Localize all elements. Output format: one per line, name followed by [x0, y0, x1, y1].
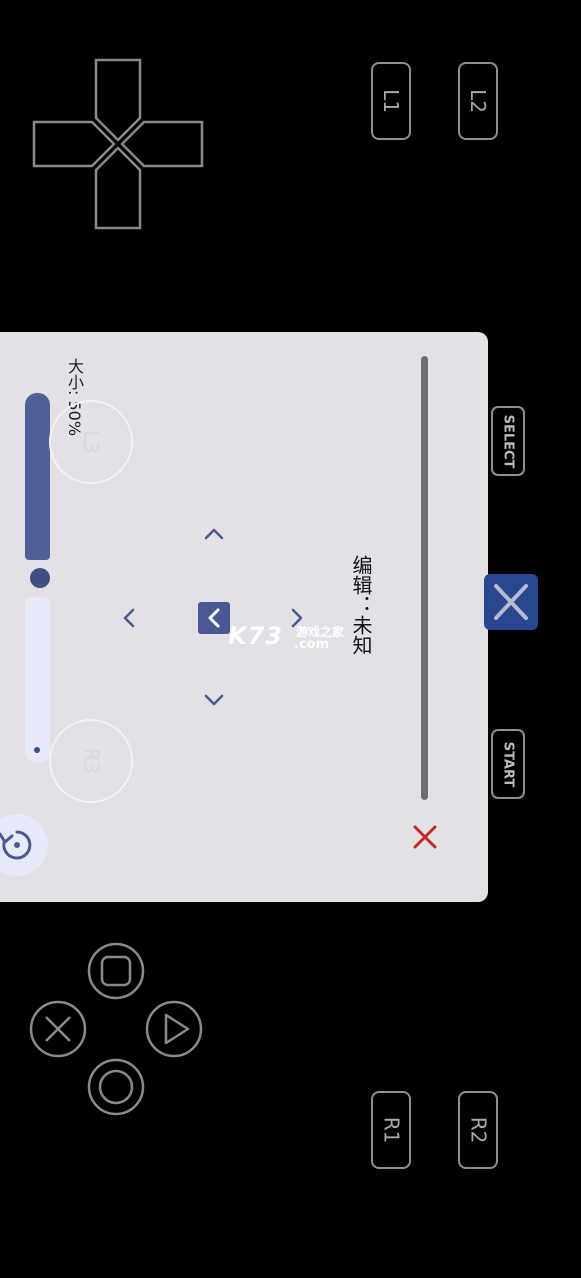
panel-title: 编辑：未知	[349, 555, 373, 655]
dpad[interactable]	[30, 56, 206, 232]
cross-button-overlay[interactable]	[484, 574, 538, 630]
select-label: SELECT	[500, 414, 516, 468]
size-slider-end-dot	[34, 747, 40, 753]
l1-button[interactable]: L1	[371, 62, 411, 140]
l2-label: L2	[466, 89, 490, 113]
cross-face-icon	[45, 1016, 71, 1042]
dpad-down-button[interactable]	[94, 146, 142, 230]
l3-stick-ghost: L3	[49, 400, 133, 484]
r2-button[interactable]: R2	[458, 1091, 498, 1169]
start-button[interactable]: START	[491, 729, 525, 799]
dpad-left-button[interactable]	[32, 120, 116, 168]
selected-direction-button[interactable]	[198, 602, 230, 634]
start-label: START	[500, 741, 516, 787]
reset-icon	[0, 830, 32, 860]
triangle-icon	[164, 1013, 190, 1045]
watermark-brand: K73	[228, 622, 283, 650]
r3-label: R3	[79, 747, 103, 775]
watermark: K73 .com 游戏之家	[228, 622, 344, 652]
cross-icon	[494, 584, 528, 620]
triangle-button[interactable]	[145, 1000, 203, 1058]
size-slider-track[interactable]	[25, 597, 50, 763]
l1-label: L1	[379, 89, 403, 113]
chevron-left-icon	[208, 608, 220, 628]
r2-label: R2	[466, 1116, 490, 1144]
circle-button[interactable]	[87, 1058, 145, 1116]
r3-stick-ghost: R3	[49, 719, 133, 803]
chevron-up-icon[interactable]	[202, 526, 226, 542]
chevron-left-icon[interactable]	[120, 606, 138, 630]
l3-label: L3	[79, 430, 103, 454]
face-buttons	[29, 942, 203, 1116]
select-button[interactable]: SELECT	[491, 406, 525, 476]
dpad-right-button[interactable]	[120, 120, 204, 168]
circle-icon	[98, 1069, 134, 1105]
panel-divider	[421, 356, 428, 800]
size-slider-fill[interactable]	[25, 393, 50, 560]
square-button[interactable]	[87, 942, 145, 1000]
l2-button[interactable]: L2	[458, 62, 498, 140]
reset-button[interactable]	[0, 814, 48, 876]
square-icon	[100, 955, 132, 987]
chevron-down-icon[interactable]	[202, 692, 226, 708]
size-slider-thumb[interactable]	[30, 568, 50, 588]
r1-label: R1	[379, 1116, 403, 1144]
watermark-site-name: 游戏之家	[296, 625, 345, 639]
dpad-up-button[interactable]	[94, 58, 142, 142]
r1-button[interactable]: R1	[371, 1091, 411, 1169]
close-icon[interactable]	[410, 822, 440, 852]
